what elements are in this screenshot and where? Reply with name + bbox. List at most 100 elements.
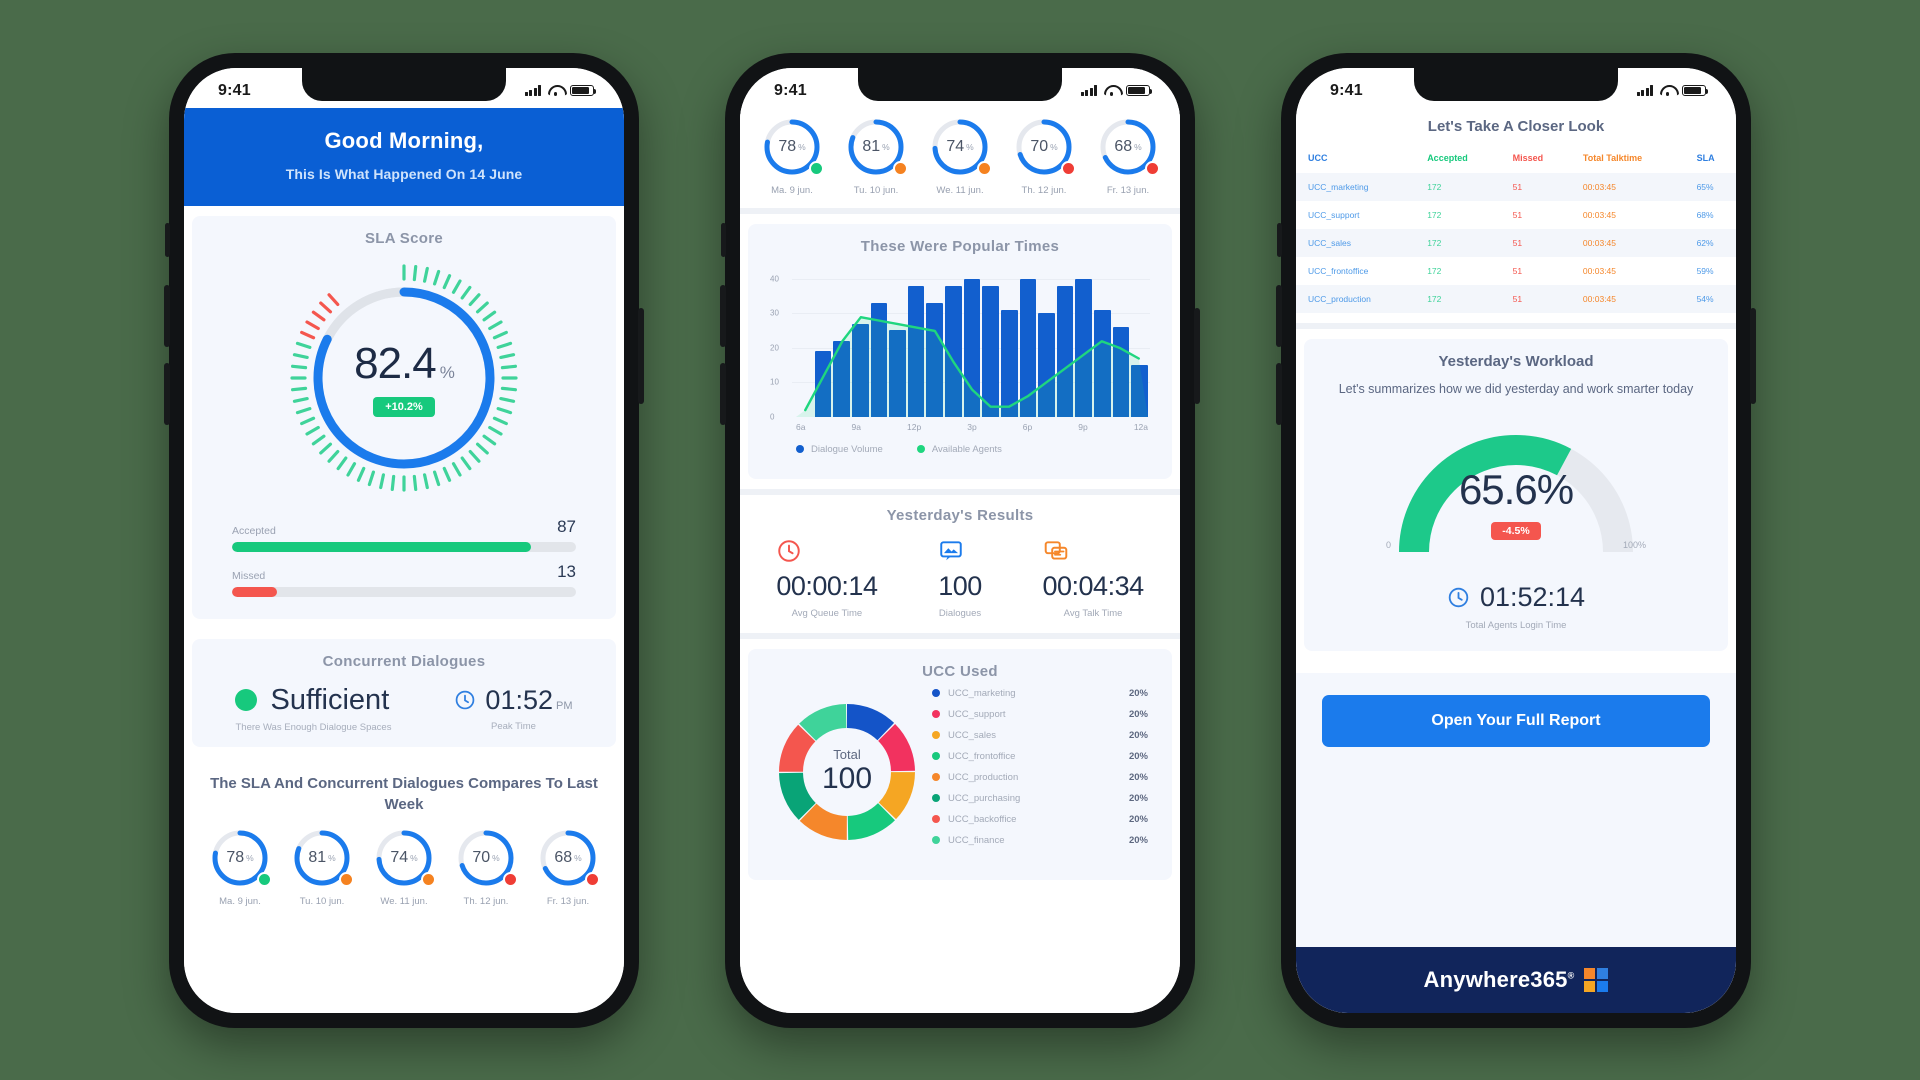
notch [858, 67, 1062, 101]
day-gauge[interactable]: 74% We. 11 jun. [364, 827, 444, 907]
day-gauge-label: Fr. 13 jun. [1106, 184, 1150, 196]
workload-gauge: 65.6% -4.5% 0 100% [1386, 414, 1646, 564]
day-gauge[interactable]: 78% Ma. 9 jun. [200, 827, 280, 907]
volume-down-button[interactable] [720, 362, 726, 425]
day-gauge[interactable]: 81% Tu. 10 jun. [282, 827, 362, 907]
table-cell: 172 [1427, 237, 1442, 248]
result-caption: Dialogues [938, 607, 982, 619]
day-gauge-ring: 74% [373, 827, 436, 889]
day-gauge-label: Th. 12 jun. [463, 895, 509, 907]
day-gauge[interactable]: 68% Fr. 13 jun. [528, 827, 608, 907]
phone3-content: Let's Take A Closer Look UCC Accepted Mi… [1296, 107, 1736, 1013]
result-value: 00:00:14 [776, 570, 878, 601]
workload-max: 100% [1622, 540, 1646, 551]
peak-time-caption: Peak Time [491, 720, 536, 732]
table-cell: 172 [1427, 293, 1442, 304]
peak-time-block: 01:52 PM Peak Time [454, 685, 573, 732]
anywhere365-logo-icon [1584, 967, 1609, 992]
day-gauge-label: Ma. 9 jun. [219, 895, 261, 907]
table-cell: 00:03:45 [1582, 181, 1617, 192]
mute-switch[interactable] [721, 222, 726, 257]
notch [1414, 67, 1618, 101]
login-time-value: 01:52:14 [1479, 582, 1586, 613]
ucc-table-body: UCC_marketing 172 51 00:03:45 65% UCC_support… [1296, 172, 1736, 313]
table-row[interactable]: UCC_frontoffice 172 51 00:03:45 59% [1296, 257, 1736, 285]
open-full-report-button[interactable]: Open Your Full Report [1322, 695, 1710, 748]
phone-device-1: 9:41 Good Morning, This Is What Happened… [164, 52, 644, 1028]
y-tick-label: 0 [770, 412, 775, 421]
table-cell: 62% [1696, 237, 1714, 248]
bar-row-missed: Missed 13 [232, 562, 576, 597]
volume-down-button[interactable] [1276, 362, 1282, 425]
table-row[interactable]: UCC_marketing 172 51 00:03:45 65% [1296, 172, 1736, 201]
ucc-legend-label: UCC_marketing [948, 687, 1016, 699]
workload-center: 65.6% -4.5% [1386, 466, 1646, 541]
day-gauge[interactable]: 74% We. 11 jun. [920, 116, 1000, 196]
day-gauge-ring: 68% [1097, 116, 1160, 178]
donut-total-value: 100 [821, 762, 873, 795]
table-cell: 172 [1427, 209, 1442, 220]
day-gauge-label: Th. 12 jun. [1021, 184, 1067, 196]
mute-switch[interactable] [165, 222, 170, 257]
x-tick-label: 12a [1133, 421, 1148, 432]
mute-switch[interactable] [1277, 222, 1282, 257]
workload-scale: 0 100% [1386, 540, 1646, 550]
day-status-badge [339, 871, 354, 887]
x-tick-label: 3p [967, 421, 977, 432]
cellular-signal-icon [525, 85, 541, 96]
day-status-badge [421, 871, 436, 887]
ucc-used-title: UCC Used [922, 662, 998, 680]
phone-screen-2: 9:41 78% Ma. 9 jun. 81% Tu. 10 jun. 74% We. 1… [740, 67, 1180, 1013]
phone-device-2: 9:41 78% Ma. 9 jun. 81% Tu. 10 jun. 74% We. 1… [720, 52, 1200, 1028]
ucc-legend-swatch [932, 773, 940, 781]
chart-line-svg [796, 269, 1148, 417]
ucc-legend-swatch [932, 815, 940, 823]
ucc-legend-item: UCC_production 20% [932, 772, 1148, 783]
day-gauge[interactable]: 70% Th. 12 jun. [1004, 116, 1084, 196]
ucc-table: UCC Accepted Missed Total Talktime SLA U… [1296, 147, 1736, 313]
workload-subtitle: Let's summarizes how we did yesterday an… [1338, 381, 1694, 396]
yesterday-results-title: Yesterday's Results [886, 506, 1034, 524]
popular-times-title: These Were Popular Times [860, 237, 1060, 255]
donut-total-label: Total [833, 747, 861, 762]
volume-up-button[interactable] [164, 284, 170, 347]
day-gauge[interactable]: 70% Th. 12 jun. [446, 827, 526, 907]
table-row[interactable]: UCC_support 172 51 00:03:45 68% [1296, 201, 1736, 229]
day-gauge-label: Ma. 9 jun. [771, 184, 813, 196]
table-cell: 172 [1427, 265, 1442, 276]
power-button[interactable] [1194, 307, 1200, 404]
section-divider [740, 207, 1180, 214]
table-cell: UCC_support [1308, 209, 1360, 220]
volume-up-button[interactable] [1276, 284, 1282, 347]
day-gauge[interactable]: 68% Fr. 13 jun. [1088, 116, 1168, 196]
day-status-badge [977, 160, 992, 176]
ucc-legend-item: UCC_finance 20% [932, 835, 1148, 846]
phone-device-3: 9:41 Let's Take A Closer Look UCC Accept… [1276, 52, 1756, 1028]
concurrent-row: Sufficient There Was Enough Dialogue Spa… [204, 684, 604, 733]
power-button[interactable] [638, 307, 644, 404]
ucc-legend-pct: 20% [1128, 687, 1148, 699]
phone2-content: 78% Ma. 9 jun. 81% Tu. 10 jun. 74% We. 11 jun… [740, 107, 1180, 1013]
legend-item: Available Agents [916, 444, 1002, 455]
day-gauge[interactable]: 78% Ma. 9 jun. [752, 116, 832, 196]
concurrent-status-block: Sufficient There Was Enough Dialogue Spa… [235, 684, 391, 733]
day-gauge[interactable]: 81% Tu. 10 jun. [836, 116, 916, 196]
sla-score-card: SLA Score 82.4% +10.2% Accepted 87 Misse… [192, 215, 616, 619]
result-value: 100 [938, 570, 982, 601]
col-accepted: Accepted [1427, 152, 1468, 163]
sla-score-title: SLA Score [364, 229, 443, 247]
day-gauge-ring: 81% [845, 116, 908, 178]
volume-up-button[interactable] [720, 284, 726, 347]
legend-swatch [916, 445, 925, 453]
result-caption: Avg Queue Time [791, 607, 863, 619]
table-row[interactable]: UCC_sales 172 51 00:03:45 62% [1296, 228, 1736, 257]
ucc-legend-label: UCC_production [948, 771, 1019, 783]
power-button[interactable] [1750, 307, 1756, 404]
table-row[interactable]: UCC_production 172 51 00:03:45 54% [1296, 284, 1736, 313]
workload-value: 65.6% [1458, 466, 1574, 514]
dialogue-icon [940, 540, 962, 560]
chart-plot-area: 10 20 30 40 0 [770, 269, 1150, 421]
wifi-icon [1104, 85, 1119, 97]
volume-down-button[interactable] [164, 362, 170, 425]
ucc-legend-item: UCC_sales 20% [932, 730, 1148, 741]
